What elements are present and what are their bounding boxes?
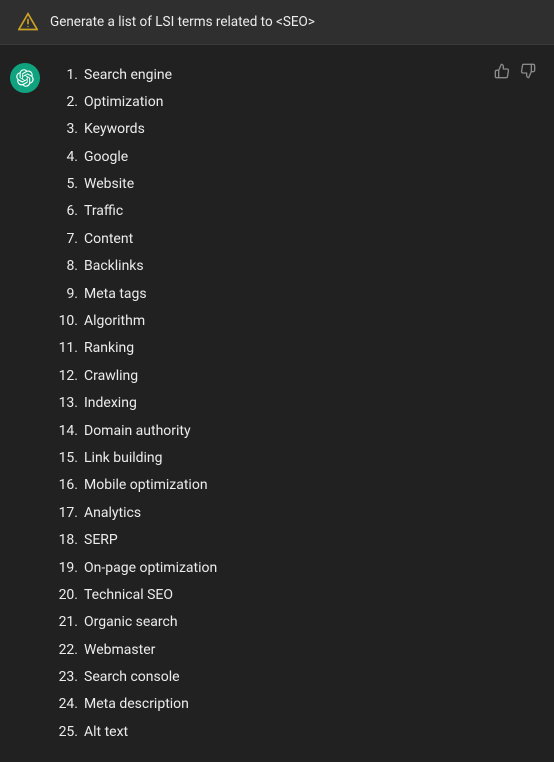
item-text: Webmaster: [84, 639, 155, 661]
item-text: Search engine: [84, 64, 172, 86]
response-area: 1.Search engine2.Optimization3.Keywords4…: [40, 61, 554, 746]
lsi-terms-list: 1.Search engine2.Optimization3.Keywords4…: [52, 61, 538, 746]
item-text: Website: [84, 173, 134, 195]
item-text: Alt text: [84, 721, 128, 743]
action-buttons: [492, 61, 538, 81]
item-text: Keywords: [84, 118, 145, 140]
item-number: 12.: [52, 365, 84, 387]
list-item: 6.Traffic: [52, 198, 538, 225]
list-item: 5.Website: [52, 171, 538, 198]
item-number: 18.: [52, 529, 84, 551]
item-number: 14.: [52, 420, 84, 442]
item-number: 16.: [52, 474, 84, 496]
item-number: 15.: [52, 447, 84, 469]
list-item: 1.Search engine: [52, 61, 538, 88]
item-text: On-page optimization: [84, 557, 217, 579]
list-item: 13.Indexing: [52, 390, 538, 417]
item-number: 17.: [52, 502, 84, 524]
list-item: 23.Search console: [52, 664, 538, 691]
item-text: Backlinks: [84, 255, 144, 277]
item-text: SERP: [84, 529, 118, 551]
list-item: 21.Organic search: [52, 609, 538, 636]
item-number: 13.: [52, 392, 84, 414]
item-number: 5.: [52, 173, 84, 195]
item-number: 19.: [52, 557, 84, 579]
list-item: 20.Technical SEO: [52, 581, 538, 608]
item-number: 22.: [52, 639, 84, 661]
list-item: 16.Mobile optimization: [52, 472, 538, 499]
item-number: 8.: [52, 255, 84, 277]
list-item: 19.On-page optimization: [52, 554, 538, 581]
item-text: Meta tags: [84, 283, 147, 305]
list-item: 9.Meta tags: [52, 280, 538, 307]
chatgpt-avatar: [10, 63, 40, 93]
item-text: Organic search: [84, 611, 178, 633]
item-text: Google: [84, 146, 128, 168]
item-number: 21.: [52, 611, 84, 633]
item-number: 10.: [52, 310, 84, 332]
item-text: Crawling: [84, 365, 138, 387]
warning-icon: [16, 10, 40, 34]
list-item: 2.Optimization: [52, 88, 538, 115]
item-text: Algorithm: [84, 310, 145, 332]
item-text: Traffic: [84, 200, 123, 222]
list-item: 12.Crawling: [52, 362, 538, 389]
item-number: 1.: [52, 64, 84, 86]
item-text: Technical SEO: [84, 584, 173, 606]
item-text: Mobile optimization: [84, 474, 208, 496]
item-text: Meta description: [84, 693, 189, 715]
list-item: 11.Ranking: [52, 335, 538, 362]
list-item: 15.Link building: [52, 444, 538, 471]
list-item: 3.Keywords: [52, 116, 538, 143]
thumbs-down-button[interactable]: [518, 61, 538, 81]
item-number: 2.: [52, 91, 84, 113]
list-item: 14.Domain authority: [52, 417, 538, 444]
item-text: Indexing: [84, 392, 137, 414]
item-text: Search console: [84, 666, 180, 688]
item-text: Ranking: [84, 337, 134, 359]
item-number: 6.: [52, 200, 84, 222]
header-bar: Generate a list of LSI terms related to …: [0, 0, 554, 45]
item-text: Link building: [84, 447, 163, 469]
list-item: 7.Content: [52, 225, 538, 252]
item-number: 20.: [52, 584, 84, 606]
list-item: 22.Webmaster: [52, 636, 538, 663]
item-number: 7.: [52, 228, 84, 250]
item-number: 9.: [52, 283, 84, 305]
main-content: 1.Search engine2.Optimization3.Keywords4…: [0, 45, 554, 762]
item-number: 25.: [52, 721, 84, 743]
item-text: Domain authority: [84, 420, 191, 442]
item-text: Analytics: [84, 502, 141, 524]
item-number: 3.: [52, 118, 84, 140]
list-item: 25.Alt text: [52, 718, 538, 745]
item-number: 23.: [52, 666, 84, 688]
list-item: 10.Algorithm: [52, 308, 538, 335]
item-number: 11.: [52, 337, 84, 359]
thumbs-up-button[interactable]: [492, 61, 512, 81]
item-text: Optimization: [84, 91, 163, 113]
item-text: Content: [84, 228, 133, 250]
list-item: 17.Analytics: [52, 499, 538, 526]
list-item: 24.Meta description: [52, 691, 538, 718]
list-item: 4.Google: [52, 143, 538, 170]
item-number: 4.: [52, 146, 84, 168]
item-number: 24.: [52, 693, 84, 715]
list-item: 8.Backlinks: [52, 253, 538, 280]
prompt-text: Generate a list of LSI terms related to …: [50, 14, 315, 30]
list-item: 18.SERP: [52, 527, 538, 554]
